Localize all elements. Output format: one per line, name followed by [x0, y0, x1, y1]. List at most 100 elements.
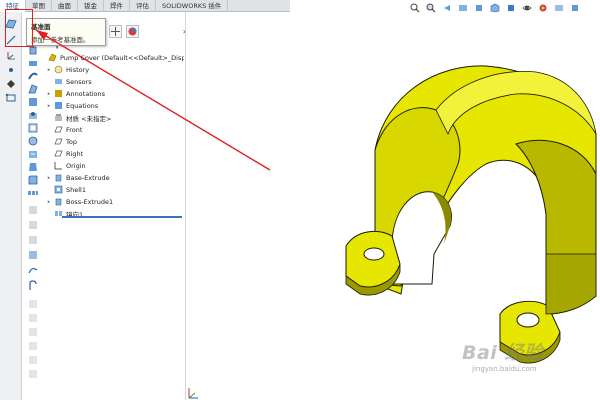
sweep-icon[interactable]: [27, 70, 39, 82]
plane-icon: [54, 125, 63, 134]
expand-icon[interactable]: ▸: [46, 91, 52, 97]
draft-icon[interactable]: [27, 219, 39, 231]
shell-icon: [54, 185, 63, 194]
display-style-icon[interactable]: [506, 3, 516, 13]
cut-revolve-icon[interactable]: [27, 135, 39, 147]
disabled-tool-icon: [27, 326, 39, 338]
pump-cover-part[interactable]: [345, 65, 597, 364]
cut-sweep-icon[interactable]: [27, 148, 39, 160]
plane-icon: [54, 149, 63, 158]
hide-show-items-icon[interactable]: [522, 3, 532, 13]
tree-item-origin[interactable]: Origin: [46, 160, 184, 171]
rollback-bar[interactable]: [62, 216, 182, 218]
tree-item-sensors[interactable]: Sensors: [46, 76, 184, 87]
baidu-jingyan-watermark: Bai 经验 jingyan.baidu.com: [462, 338, 594, 384]
loft-icon[interactable]: [27, 83, 39, 95]
command-manager-tabs: 特征 草图 曲面 钣金 焊件 评估 SOLIDWORKS 插件: [0, 0, 290, 12]
apply-scene-icon[interactable]: [554, 3, 564, 13]
view-orientation-icon[interactable]: [490, 3, 500, 13]
shell-icon[interactable]: [27, 234, 39, 246]
annotation-icon: [54, 89, 63, 98]
history-icon: [54, 65, 63, 74]
tree-item-label: Shell1: [66, 185, 86, 194]
dimxpert-tab-icon[interactable]: [109, 24, 122, 38]
bounding-box-icon[interactable]: [5, 92, 17, 104]
tree-item-label: Origin: [66, 161, 86, 170]
tree-root-label: Pump Cover (Default<<Default>_Disp: [60, 53, 184, 62]
reference-geometry-toolbar: [0, 12, 22, 400]
cut-extrude-icon[interactable]: [27, 122, 39, 134]
material-icon: [54, 113, 63, 122]
plane-icon: [54, 137, 63, 146]
watermark-url: jingyan.baidu.com: [472, 365, 537, 373]
expand-icon[interactable]: ▸: [46, 103, 52, 109]
red-highlight-box: [5, 9, 33, 47]
part-icon: [48, 53, 57, 62]
disabled-tool-icon: [27, 368, 39, 380]
expand-icon[interactable]: ▸: [46, 67, 52, 73]
section-view-icon[interactable]: [458, 3, 468, 13]
tree-item-label: Front: [66, 125, 83, 134]
view-triad-icon: [186, 386, 200, 400]
feature-manager-tree: Pump Cover (Default<<Default>_Disp ▸ His…: [46, 50, 184, 220]
tree-item-label: Sensors: [66, 77, 92, 86]
plane-tooltip: 基准面 添加一参考基准面。: [26, 18, 106, 46]
previous-view-icon[interactable]: [442, 3, 452, 13]
tree-item-top-plane[interactable]: Top: [46, 136, 184, 147]
tab-surface[interactable]: 曲面: [52, 0, 78, 12]
extrude-icon: [54, 173, 63, 182]
tree-item-front-plane[interactable]: Front: [46, 124, 184, 135]
tree-item-label: Base-Extrude: [66, 173, 110, 182]
zoom-area-icon[interactable]: [426, 3, 436, 13]
tree-item-right-plane[interactable]: Right: [46, 148, 184, 159]
tree-item-equations[interactable]: ▸ Equations: [46, 100, 184, 111]
tooltip-title: 基准面: [31, 23, 51, 31]
display-manager-tab-icon[interactable]: [126, 24, 139, 38]
tree-item-base-extrude[interactable]: ▸ Base-Extrude: [46, 172, 184, 183]
rib-icon[interactable]: [27, 204, 39, 216]
tree-item-history[interactable]: ▸ History: [46, 64, 184, 75]
tree-item-label: History: [66, 65, 90, 74]
expand-icon[interactable]: ▸: [46, 175, 52, 181]
disabled-tool-icon: [27, 354, 39, 366]
tree-item-label: Annotations: [66, 89, 106, 98]
tree-item-shell1[interactable]: Shell1: [46, 184, 184, 195]
fillet-icon[interactable]: [27, 174, 39, 186]
instant3d-icon[interactable]: [27, 280, 39, 292]
tree-item-material[interactable]: 材质 <未指定>: [46, 112, 184, 123]
point-icon[interactable]: [5, 64, 17, 76]
tree-item-label: 材质 <未指定>: [66, 114, 112, 123]
tab-sheet-metal[interactable]: 钣金: [78, 0, 104, 12]
linear-pattern-icon[interactable]: [27, 187, 39, 199]
revolve-icon[interactable]: [27, 57, 39, 69]
tree-item-label: Right: [66, 149, 84, 158]
origin-icon: [54, 161, 63, 170]
tab-addins[interactable]: SOLIDWORKS 插件: [156, 0, 229, 12]
tree-root[interactable]: Pump Cover (Default<<Default>_Disp: [46, 52, 184, 63]
tree-item-boss-extrude1[interactable]: ▸ Boss-Extrude1: [46, 196, 184, 207]
tab-weldments[interactable]: 焊件: [104, 0, 130, 12]
dynamic-annotation-icon[interactable]: [474, 3, 484, 13]
tree-item-label: Top: [66, 137, 77, 146]
feature-palette: [24, 44, 42, 400]
mate-reference-icon[interactable]: [5, 78, 17, 90]
expand-icon[interactable]: ▸: [46, 199, 52, 205]
boundary-icon[interactable]: [27, 96, 39, 108]
tree-item-label: Boss-Extrude1: [66, 197, 114, 206]
cut-loft-icon[interactable]: [27, 161, 39, 173]
zoom-to-fit-icon[interactable]: [410, 3, 420, 13]
tab-evaluate[interactable]: 评估: [130, 0, 156, 12]
disabled-tool-icon: [27, 312, 39, 324]
wrap-icon[interactable]: [27, 249, 39, 261]
sensor-icon: [54, 77, 63, 86]
coordinate-system-icon[interactable]: [5, 50, 17, 62]
tree-item-annotations[interactable]: ▸ Annotations: [46, 88, 184, 99]
extrude-icon: [54, 197, 63, 206]
disabled-tool-icon: [27, 340, 39, 352]
curves-icon[interactable]: [27, 264, 39, 276]
view-settings-icon[interactable]: [570, 3, 580, 13]
hole-wizard-icon[interactable]: [27, 109, 39, 121]
edit-appearance-icon[interactable]: [538, 3, 548, 13]
watermark-brand: Bai 经验: [462, 342, 544, 364]
tooltip-description: 添加一参考基准面。: [31, 36, 90, 44]
